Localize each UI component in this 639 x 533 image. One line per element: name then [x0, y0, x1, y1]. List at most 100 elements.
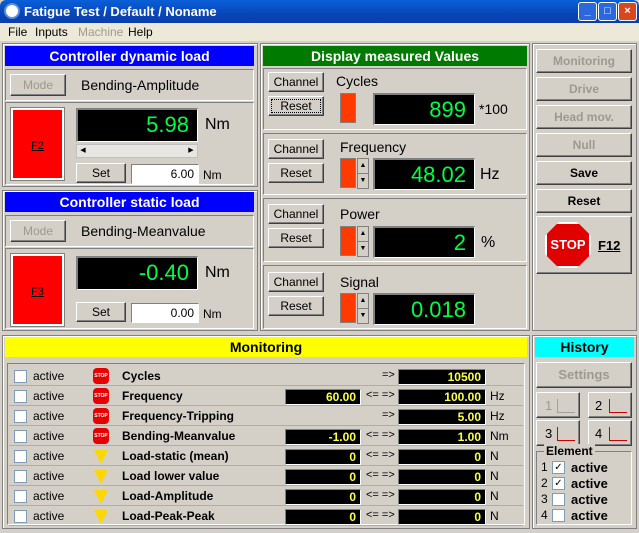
signal-reset-button[interactable]: Reset [268, 296, 324, 316]
signal-spin-up[interactable]: ▲ [357, 293, 369, 309]
power-spin-up[interactable]: ▲ [357, 226, 369, 242]
element-active-checkbox[interactable] [552, 509, 565, 522]
monitor-high-value[interactable]: 0 [398, 449, 486, 465]
history-graph-1-button: 1 [536, 392, 580, 418]
warning-icon [94, 470, 108, 484]
monitor-low-value[interactable]: 0 [285, 509, 361, 525]
power-channel-button[interactable]: Channel [268, 204, 324, 224]
warning-icon [94, 510, 108, 524]
monitor-unit: Hz [490, 389, 505, 403]
monitor-unit: Nm [490, 429, 509, 443]
minimize-button[interactable]: _ [578, 2, 597, 21]
dynamic-set-input[interactable]: 6.00 [131, 164, 199, 184]
cycles-arrows-icon[interactable] [340, 93, 356, 123]
monitor-row-name: Bending-Meanvalue [122, 429, 236, 443]
history-settings-button: Settings [536, 362, 632, 388]
monitor-high-value[interactable]: 5.00 [398, 409, 486, 425]
monitor-unit: N [490, 469, 499, 483]
power-reset-button[interactable]: Reset [268, 228, 324, 248]
frequency-unit: Hz [480, 166, 500, 183]
element-active-checkbox[interactable] [552, 493, 565, 506]
history-graph-3-button[interactable]: 3 [536, 420, 580, 446]
monitor-row-name: Cycles [122, 369, 161, 383]
graph-icon [557, 427, 575, 441]
close-button[interactable]: × [618, 2, 637, 21]
monitor-active-checkbox[interactable] [14, 450, 27, 463]
scroll-right-icon[interactable]: ▶ [185, 145, 197, 157]
maximize-button[interactable]: □ [598, 2, 617, 21]
monitor-unit: Hz [490, 409, 505, 423]
power-unit: % [481, 234, 496, 251]
menu-bar: File Inputs Machine Help [0, 23, 639, 41]
static-set-input[interactable]: 0.00 [131, 303, 199, 323]
static-f3-indicator[interactable]: F3 [10, 253, 65, 327]
null-button: Null [536, 133, 632, 157]
frequency-reset-button[interactable]: Reset [268, 163, 324, 183]
static-set-button[interactable]: Set [76, 302, 126, 322]
monitor-low-value[interactable]: -1.00 [285, 429, 361, 445]
monitor-active-checkbox[interactable] [14, 390, 27, 403]
static-mode-value: Bending-Meanvalue [81, 223, 206, 239]
head-mov-button: Head mov. [536, 105, 632, 129]
graph-3-label: 3 [545, 426, 553, 441]
signal-spin-down[interactable]: ▼ [357, 308, 369, 324]
monitor-active-checkbox[interactable] [14, 470, 27, 483]
monitor-high-value[interactable]: 10500 [398, 369, 486, 385]
history-graph-4-button[interactable]: 4 [588, 420, 632, 446]
stop-icon: STOP [93, 388, 109, 404]
menu-help[interactable]: Help [128, 25, 153, 39]
element-active-label: active [571, 476, 608, 491]
monitor-high-value[interactable]: 0 [398, 489, 486, 505]
static-value-unit: Nm [205, 264, 230, 281]
monitor-active-checkbox[interactable] [14, 490, 27, 503]
menu-file[interactable]: File [8, 25, 27, 39]
signal-channel-button[interactable]: Channel [268, 272, 324, 292]
scroll-left-icon[interactable]: ◀ [77, 145, 89, 157]
reset-all-button[interactable]: Reset [536, 189, 632, 213]
save-button[interactable]: Save [536, 161, 632, 185]
frequency-arrows-icon[interactable] [340, 158, 356, 188]
element-active-label: active [571, 460, 608, 475]
monitor-high-value[interactable]: 100.00 [398, 389, 486, 405]
static-value-display: -0.40 [76, 256, 198, 290]
monitor-high-value[interactable]: 0 [398, 469, 486, 485]
monitor-active-checkbox[interactable] [14, 410, 27, 423]
monitor-low-value[interactable]: 60.00 [285, 389, 361, 405]
dynamic-value-display: 5.98 [76, 108, 198, 142]
power-spin-down[interactable]: ▼ [357, 241, 369, 257]
monitor-active-label: active [33, 509, 65, 523]
dynamic-set-button[interactable]: Set [76, 163, 126, 183]
monitor-low-value[interactable]: 0 [285, 469, 361, 485]
dynamic-load-header: Controller dynamic load [5, 46, 254, 66]
signal-label: Signal [340, 274, 379, 290]
monitor-low-value[interactable]: 0 [285, 489, 361, 505]
monitor-arrow: <= => [366, 469, 395, 481]
monitor-unit: N [490, 449, 499, 463]
monitor-active-checkbox[interactable] [14, 370, 27, 383]
menu-inputs[interactable]: Inputs [35, 25, 68, 39]
monitor-low-value[interactable]: 0 [285, 449, 361, 465]
monitor-unit: N [490, 489, 499, 503]
frequency-spin-up[interactable]: ▲ [357, 158, 369, 174]
monitor-active-checkbox[interactable] [14, 510, 27, 523]
monitor-high-value[interactable]: 1.00 [398, 429, 486, 445]
element-active-checkbox[interactable]: ✓ [552, 461, 565, 474]
element-active-label: active [571, 508, 608, 523]
frequency-spin-down[interactable]: ▼ [357, 173, 369, 189]
graph-4-label: 4 [595, 426, 603, 441]
power-arrows-icon[interactable] [340, 226, 356, 256]
dynamic-f2-indicator[interactable]: F2 [10, 107, 65, 181]
element-number: 2 [541, 476, 548, 490]
history-graph-2-button[interactable]: 2 [588, 392, 632, 418]
monitor-active-checkbox[interactable] [14, 430, 27, 443]
frequency-channel-button[interactable]: Channel [268, 139, 324, 159]
stop-icon: STOP [93, 428, 109, 444]
signal-arrows-icon[interactable] [340, 293, 356, 323]
stop-button[interactable]: STOP F12 [536, 216, 632, 274]
element-active-checkbox[interactable]: ✓ [552, 477, 565, 490]
dynamic-scrollbar[interactable]: ◀ ▶ [76, 144, 198, 158]
monitor-high-value[interactable]: 0 [398, 509, 486, 525]
signal-value-display: 0.018 [373, 293, 475, 325]
cycles-reset-button[interactable]: Reset [268, 96, 324, 116]
cycles-channel-button[interactable]: Channel [268, 72, 324, 92]
